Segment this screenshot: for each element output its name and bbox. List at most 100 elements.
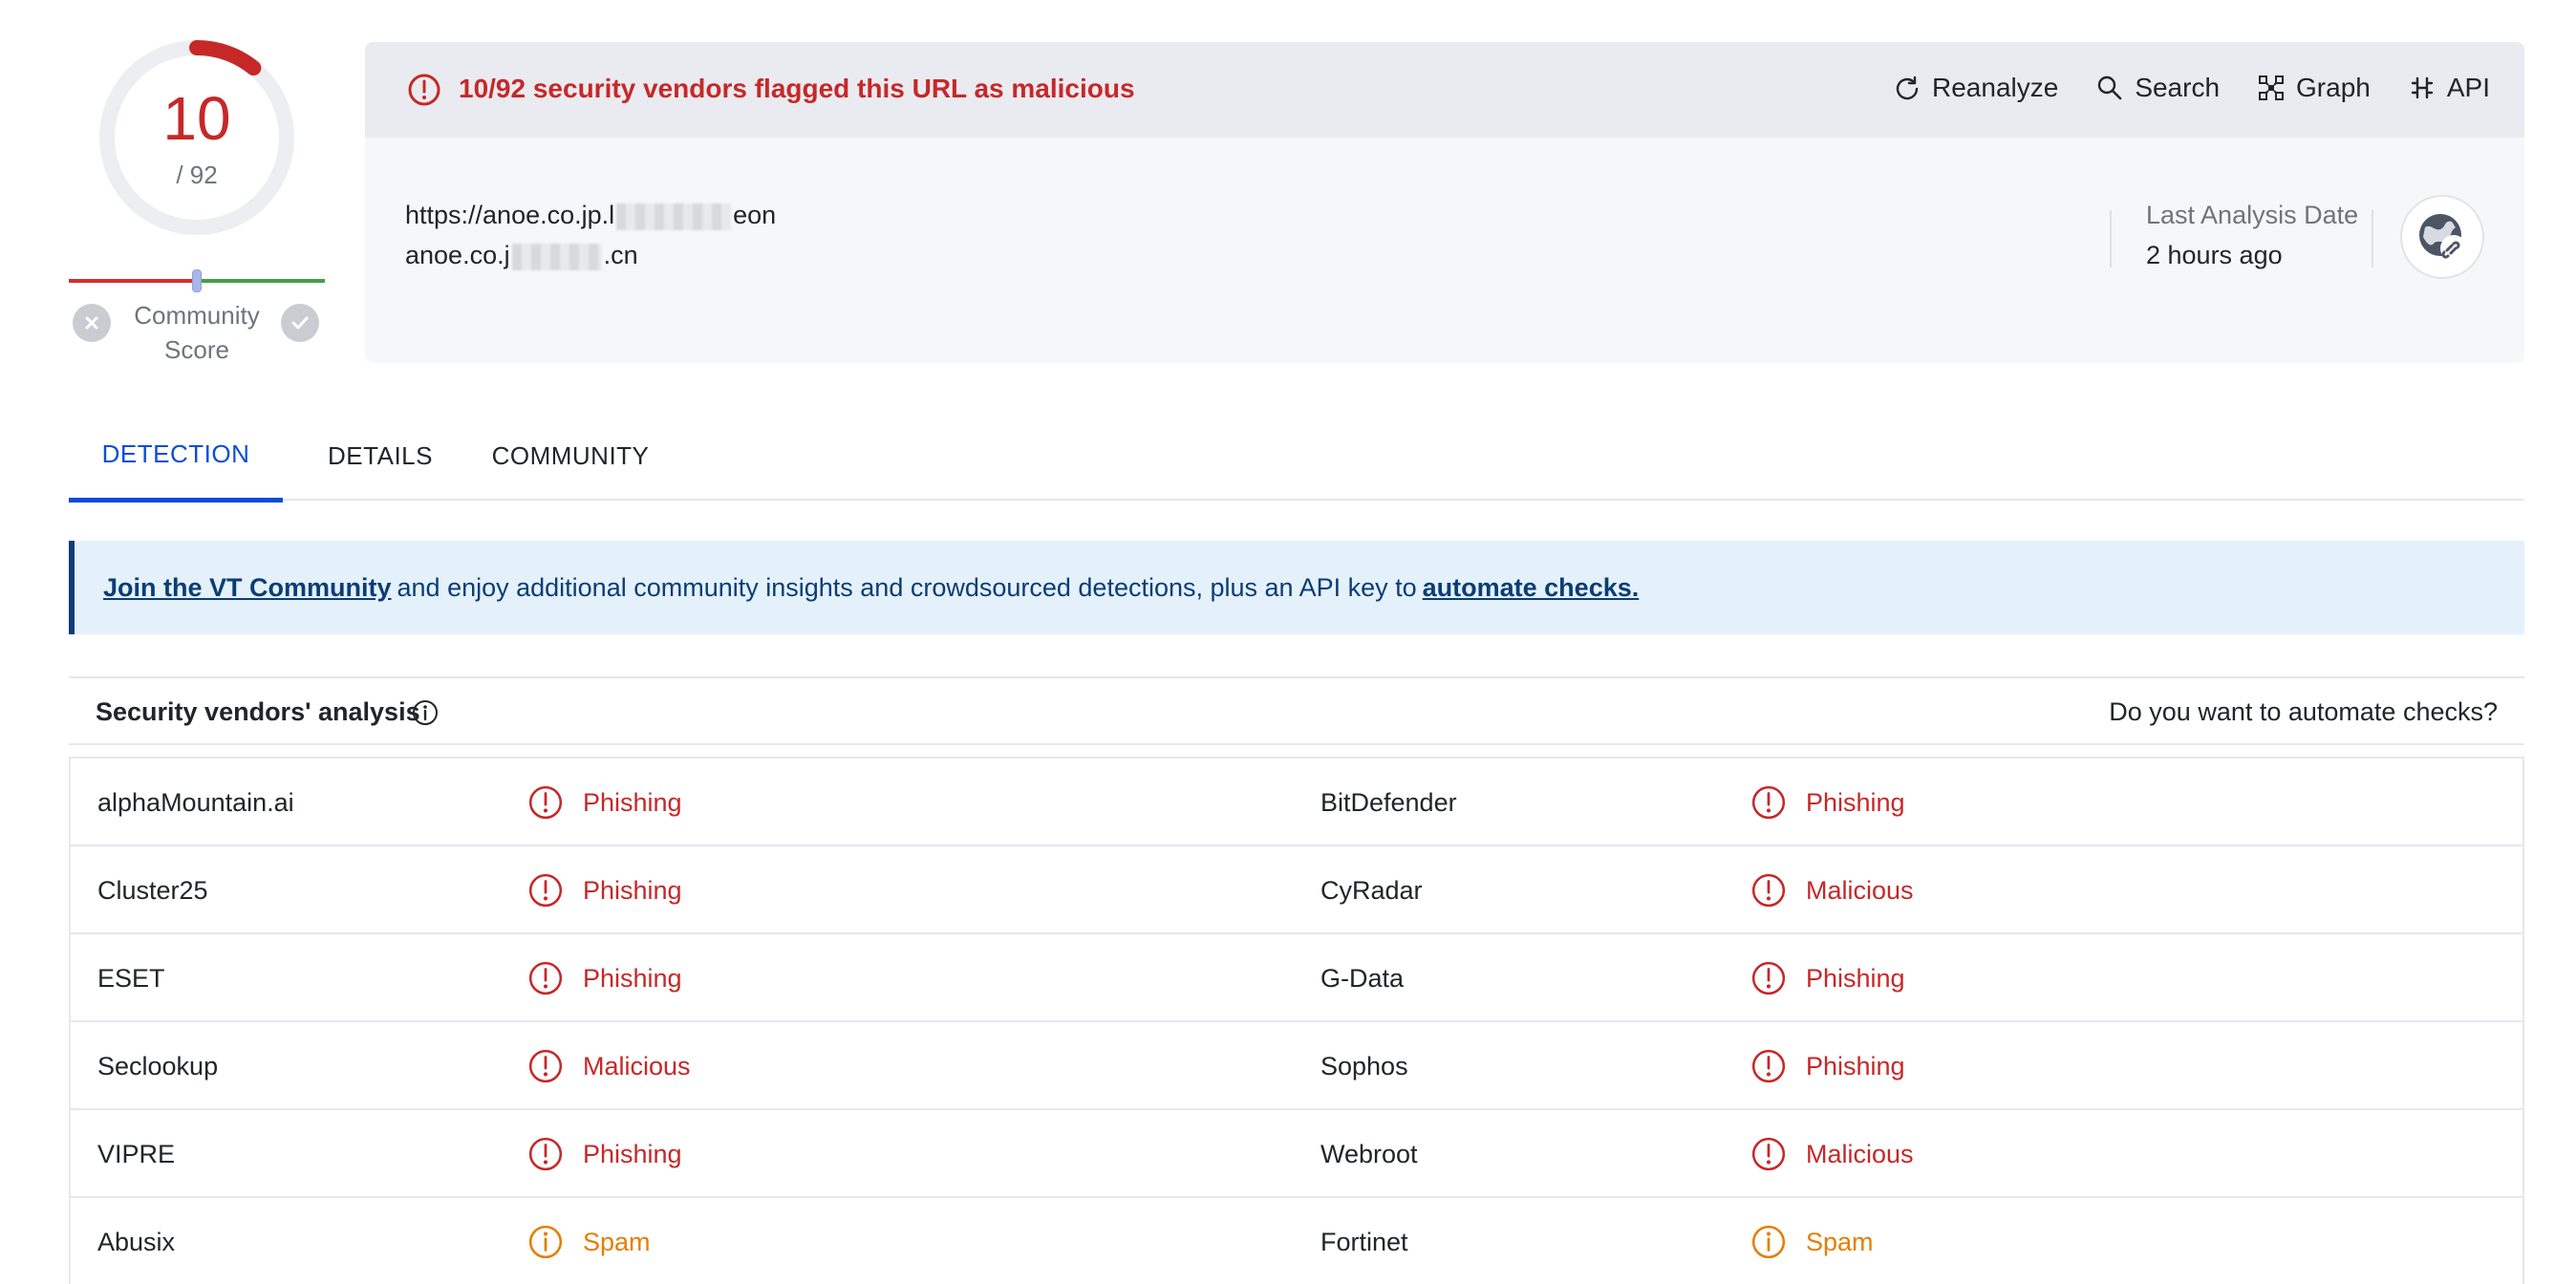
section-title: Security vendors' analysis [96, 697, 420, 726]
vendor-result: Spam [1750, 1198, 1874, 1284]
alert-circle-icon [1751, 961, 1786, 995]
alert-circle-icon [1751, 1049, 1786, 1083]
tab-details[interactable]: DETAILS [310, 411, 451, 501]
vendor-name: Seclookup [97, 1051, 219, 1081]
detection-result: Malicious [527, 1048, 691, 1084]
detection-score-widget: 10 / 92 Community Score [69, 34, 325, 364]
community-score-indicator [192, 269, 202, 292]
vote-harmful-button[interactable] [73, 304, 111, 342]
detection-count: 10 [162, 84, 231, 153]
scanned-domain-start: anoe.co.j [405, 241, 510, 269]
alert-circle-icon [1751, 1137, 1786, 1171]
vendors-section-header: Security vendors' analysis Do you want t… [69, 676, 2524, 745]
vendor-result: Phishing [1750, 934, 1905, 1022]
vendor-result: Spam [527, 1198, 651, 1284]
community-banner: Join the VT Community and enjoy addition… [69, 541, 2524, 634]
detection-result: Malicious [1750, 872, 1914, 909]
automate-checks-link[interactable]: automate checks. [1423, 573, 1640, 603]
vendor-name: CyRadar [1320, 875, 1423, 905]
scanned-domain-end: .cn [603, 241, 638, 269]
scanned-domain: anoe.co.j .cn [405, 241, 638, 270]
vendor-result: Phishing [1750, 759, 1905, 846]
info-icon[interactable] [411, 698, 440, 727]
alert-circle-icon [1751, 873, 1786, 908]
vote-harmless-button[interactable] [281, 304, 319, 342]
alert-bar: 10/92 security vendors flagged this URL … [365, 42, 2524, 138]
refresh-icon [1896, 75, 1919, 100]
detection-result: Phishing [1750, 1048, 1905, 1084]
banner-text: and enjoy additional community insights … [397, 572, 1417, 602]
action-toolbar: Reanalyze Search Graph API [1894, 69, 2490, 107]
vendor-result: Malicious [527, 1022, 691, 1110]
join-community-link[interactable]: Join the VT Community [103, 573, 392, 603]
vendor-name: Cluster25 [97, 875, 208, 905]
url-summary-panel: 10/92 security vendors flagged this URL … [365, 42, 2524, 363]
table-row: alphaMountain.ai Phishing BitDefender Ph… [71, 759, 2522, 846]
alert-circle-icon [1751, 785, 1786, 820]
alert-circle-icon [528, 1137, 563, 1171]
table-row: VIPRE Phishing Webroot Malicious [71, 1110, 2522, 1198]
scanned-url-end: eon [733, 201, 777, 229]
alert-message: 10/92 security vendors flagged this URL … [459, 74, 1135, 103]
table-row: Seclookup Malicious Sophos Phishing [71, 1022, 2522, 1110]
detection-result: Phishing [527, 784, 682, 821]
tab-community[interactable]: COMMUNITY [474, 411, 667, 501]
vendor-result: Phishing [527, 846, 682, 934]
graph-label: Graph [2296, 73, 2371, 102]
automate-checks-prompt[interactable]: Do you want to automate checks? [2109, 697, 2498, 727]
info-circle-icon [528, 1225, 563, 1259]
scanned-url-start: https://anoe.co.jp.l [405, 201, 615, 229]
vendor-name: alphaMountain.ai [97, 787, 294, 817]
table-row: Cluster25 Phishing CyRadar Malicious [71, 846, 2522, 934]
graph-button[interactable]: Graph [2258, 69, 2371, 107]
search-icon [2098, 75, 2122, 100]
alert-circle-icon [528, 1049, 563, 1083]
detection-result: Phishing [527, 960, 682, 996]
tab-detection[interactable]: DETECTION [69, 411, 283, 503]
result-label: Malicious [1806, 1139, 1914, 1168]
vendor-name: Fortinet [1320, 1227, 1408, 1256]
api-icon [2411, 76, 2434, 99]
vendor-name: Abusix [97, 1227, 176, 1256]
last-analysis-date-value: 2 hours ago [2146, 241, 2283, 269]
alert-circle-icon [528, 961, 563, 995]
vendor-result: Malicious [1750, 1110, 1914, 1198]
detection-result: Phishing [1750, 784, 1905, 821]
api-button[interactable]: API [2409, 69, 2490, 107]
result-label: Malicious [1806, 875, 1914, 905]
alert-circle-icon [408, 74, 440, 106]
vendor-name: ESET [97, 963, 165, 993]
result-label: Malicious [583, 1051, 691, 1081]
check-icon [291, 316, 309, 330]
community-score-label: Community Score [134, 301, 260, 364]
result-label: Phishing [1806, 1051, 1905, 1081]
close-icon [85, 316, 98, 330]
vendor-name: G-Data [1320, 963, 1405, 993]
divider [2372, 210, 2373, 268]
reanalyze-button[interactable]: Reanalyze [1894, 69, 2058, 107]
vendor-name: BitDefender [1320, 787, 1457, 817]
vendor-name: Webroot [1320, 1139, 1418, 1168]
reanalyze-label: Reanalyze [1932, 73, 2059, 102]
detection-result: Phishing [1750, 960, 1905, 996]
result-label: Phishing [583, 787, 682, 817]
info-circle-icon [1751, 1225, 1786, 1259]
vendors-table: alphaMountain.ai Phishing BitDefender Ph… [69, 757, 2524, 1284]
globe-link-icon [2419, 214, 2467, 262]
url-type-badge [2400, 195, 2484, 279]
result-label: Phishing [583, 963, 682, 993]
result-label: Spam [583, 1227, 651, 1256]
result-label: Spam [1806, 1227, 1874, 1256]
redacted-text [511, 243, 602, 270]
last-analysis-date-label: Last Analysis Date [2146, 201, 2359, 229]
detection-result: Spam [527, 1224, 651, 1260]
divider [2110, 210, 2112, 268]
table-row: Abusix Spam Fortinet Spam [71, 1198, 2522, 1284]
detection-result: Malicious [1750, 1136, 1914, 1172]
vendor-name: VIPRE [97, 1139, 176, 1168]
result-label: Phishing [1806, 963, 1905, 993]
detection-result: Spam [1750, 1224, 1874, 1260]
vendor-name: Sophos [1320, 1051, 1408, 1081]
redacted-text [616, 203, 732, 230]
search-button[interactable]: Search [2096, 69, 2220, 107]
